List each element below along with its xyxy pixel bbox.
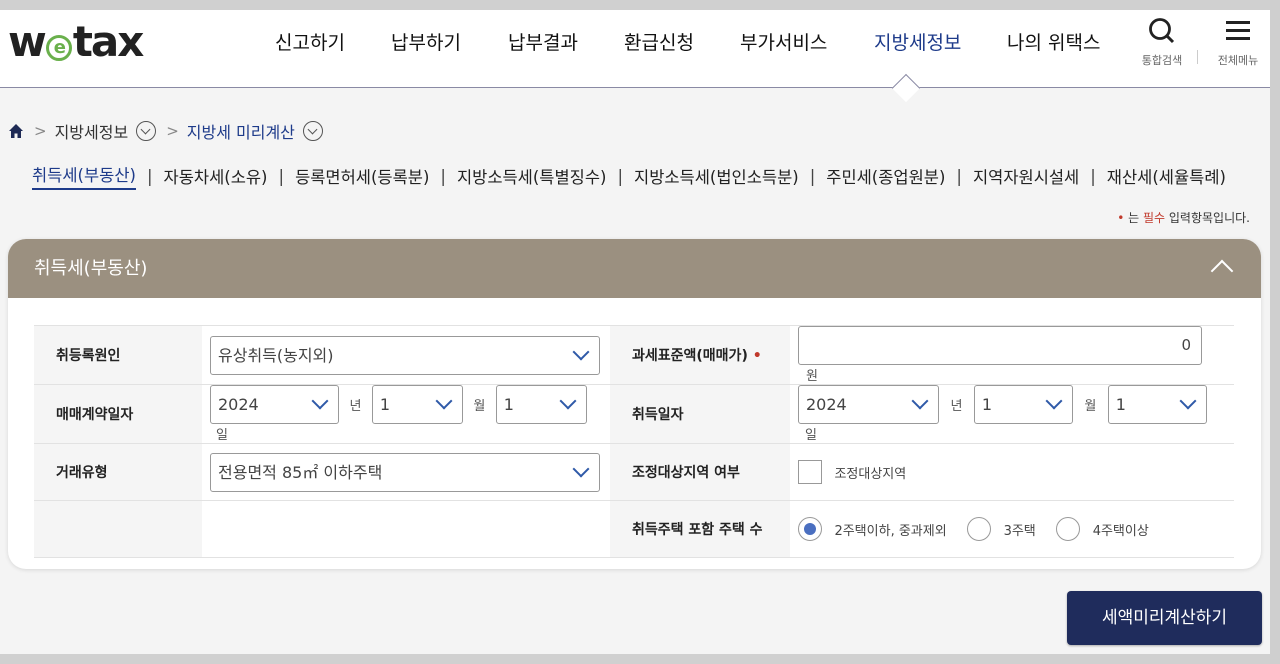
search-label: 통합검색 <box>1141 54 1183 67</box>
tab-property-tax-special[interactable]: 재산세(세율특례) <box>1107 164 1226 188</box>
chevron-down-icon <box>1179 392 1197 410</box>
chevron-down-icon <box>911 392 929 410</box>
nav-local-tax-info[interactable]: 지방세정보 <box>874 28 961 55</box>
cause-label: 취등록원인 <box>34 325 202 385</box>
panel-title: 취득세(부동산) <box>34 258 148 279</box>
required-marker: • <box>752 348 762 364</box>
hamburger-menu-icon <box>1226 21 1250 40</box>
chevron-down-icon <box>435 392 453 410</box>
full-menu-label: 전체메뉴 <box>1217 54 1259 67</box>
chevron-down-circle-icon[interactable] <box>302 121 323 141</box>
currency-unit: 원 <box>806 369 818 384</box>
nav-extra-services[interactable]: 부가서비스 <box>740 28 827 55</box>
search-icon <box>1149 18 1175 44</box>
breadcrumb-tax-precalc[interactable]: 지방세 미리계산 <box>187 119 295 143</box>
contract-month-select[interactable]: 1 <box>371 385 463 424</box>
deal-type-label: 거래유형 <box>34 443 202 501</box>
tab-local-income-tax-corporate[interactable]: 지방소득세(법인소득분) <box>634 164 799 188</box>
tax-type-tabs: 취득세(부동산) | 자동차세(소유) | 등록면허세(등록분) | 지방소득세… <box>32 162 1226 190</box>
calculate-tax-button[interactable]: 세액미리계산하기 <box>1067 591 1262 645</box>
radio-four-plus[interactable] <box>1056 517 1081 541</box>
acquisition-tax-panel: 취득세(부동산) 취등록원인 유상취득(농지외) 과세표준액(매매가) • 0 … <box>8 239 1261 569</box>
acquisition-month-select[interactable]: 1 <box>973 385 1073 424</box>
nav-report[interactable]: 신고하기 <box>275 28 345 55</box>
adjust-area-label: 조정대상지역 여부 <box>610 443 790 501</box>
chevron-down-icon <box>572 460 590 477</box>
cause-select[interactable]: 유상취득(농지외) <box>210 335 600 375</box>
contract-date-label: 매매계약일자 <box>34 384 202 444</box>
tab-local-income-tax-withholding[interactable]: 지방소득세(특별징수) <box>457 164 607 188</box>
radio-label-two-or-less[interactable]: 2주택이하, 중과제외 <box>834 524 946 539</box>
acquisition-day-select[interactable]: 1 <box>1107 385 1207 424</box>
home-icon[interactable] <box>8 123 24 139</box>
radio-two-or-less[interactable] <box>798 517 822 541</box>
chevron-right-icon: > <box>34 122 47 140</box>
chevron-down-icon <box>559 392 577 410</box>
tab-car-tax[interactable]: 자동차세(소유) <box>164 164 268 188</box>
adjust-area-checkbox-label[interactable]: 조정대상지역 <box>834 467 906 482</box>
contract-day-select[interactable]: 1 <box>495 385 587 424</box>
radio-label-three[interactable]: 3주택 <box>1004 524 1036 539</box>
full-menu-button[interactable]: 전체메뉴 <box>1208 16 1268 68</box>
nav-payment-result[interactable]: 납부결과 <box>508 28 578 55</box>
top-navigation-bar: w e tax 신고하기 납부하기 납부결과 환급신청 부가서비스 지방세정보 나의… <box>0 10 1270 88</box>
adjust-area-checkbox[interactable] <box>798 460 822 484</box>
chevron-down-icon <box>572 343 590 360</box>
required-field-note: • 는 필수 입력항목입니다. <box>1117 211 1250 225</box>
tab-registration-license-tax[interactable]: 등록면허세(등록분) <box>295 164 429 188</box>
radio-three[interactable] <box>967 517 992 541</box>
nav-my-wetax[interactable]: 나의 위택스 <box>1007 28 1100 55</box>
chevron-down-icon <box>1045 392 1063 410</box>
tax-base-input[interactable]: 0 <box>798 326 1202 365</box>
wetax-logo[interactable]: w e tax <box>8 21 144 63</box>
page-frame: w e tax 신고하기 납부하기 납부결과 환급신청 부가서비스 지방세정보 나의… <box>0 10 1270 654</box>
chevron-right-icon: > <box>166 122 179 140</box>
tool-divider <box>1197 50 1198 64</box>
deal-type-select[interactable]: 전용면적 85㎡ 이하주택 <box>210 452 600 492</box>
table-row: 매매계약일자 2024 년 1 월 1 일 취득일자 2024 년 1 월 1 … <box>34 384 1234 444</box>
tax-base-label: 과세표준액(매매가) <box>632 348 748 364</box>
table-row: 거래유형 전용면적 85㎡ 이하주택 조정대상지역 여부 조정대상지역 <box>34 443 1234 501</box>
tab-acquisition-tax-realestate[interactable]: 취득세(부동산) <box>32 162 136 190</box>
house-count-label: 취득주택 포함 주택 수 <box>610 500 790 558</box>
chevron-up-icon[interactable] <box>1209 257 1235 277</box>
chevron-down-icon <box>311 392 329 410</box>
window-edge <box>1270 0 1280 664</box>
breadcrumb-local-tax-info[interactable]: 지방세정보 <box>55 119 129 143</box>
acquisition-year-select[interactable]: 2024 <box>798 385 939 424</box>
chevron-down-circle-icon[interactable] <box>136 121 157 141</box>
tab-regional-resource-tax[interactable]: 지역자원시설세 <box>973 164 1079 188</box>
integrated-search-button[interactable]: 통합검색 <box>1132 16 1192 68</box>
nav-payment[interactable]: 납부하기 <box>391 28 461 55</box>
panel-header: 취득세(부동산) <box>8 239 1261 298</box>
nav-refund[interactable]: 환급신청 <box>624 28 694 55</box>
tax-input-form: 취등록원인 유상취득(농지외) 과세표준액(매매가) • 0 원 매매계약일자 … <box>34 325 1234 558</box>
table-row: 취등록원인 유상취득(농지외) 과세표준액(매매가) • 0 원 <box>34 325 1234 385</box>
contract-year-select[interactable]: 2024 <box>210 385 339 424</box>
radio-label-four-plus[interactable]: 4주택이상 <box>1093 524 1149 539</box>
table-row: 취득주택 포함 주택 수 2주택이하, 중과제외 3주택 4주택이상 <box>34 500 1234 558</box>
acquisition-date-label: 취득일자 <box>610 384 790 444</box>
breadcrumb: > 지방세정보 > 지방세 미리계산 <box>8 118 323 144</box>
tab-resident-tax-employee[interactable]: 주민세(종업원분) <box>826 164 945 188</box>
